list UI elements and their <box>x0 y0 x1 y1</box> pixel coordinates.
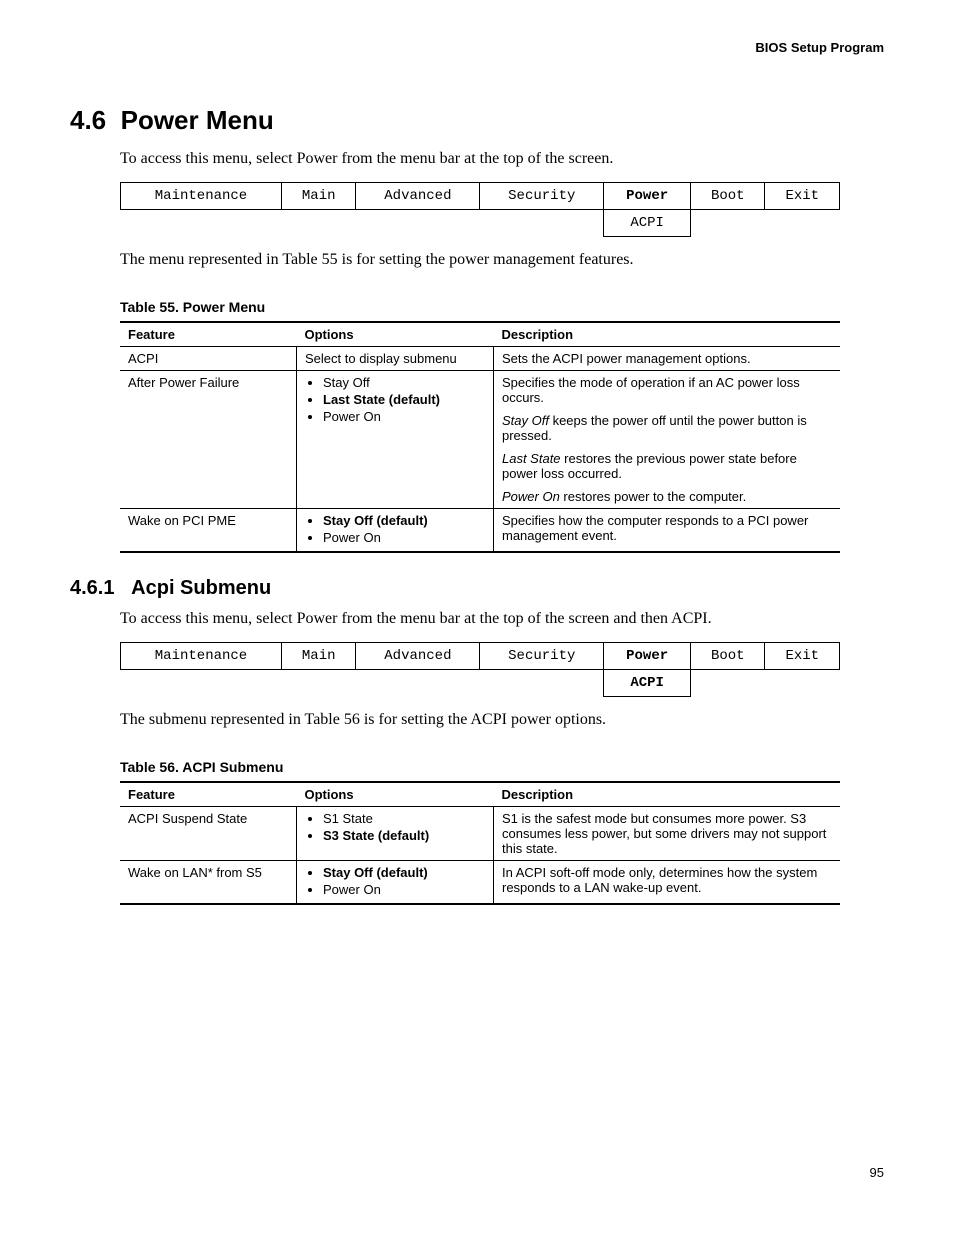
section-number: 4.6 <box>70 105 106 135</box>
table56: Feature Options Description ACPI Suspend… <box>120 781 840 905</box>
table-row: Wake on LAN* from S5 Stay Off (default) Po… <box>120 861 840 905</box>
subsection-number: 4.6.1 <box>70 577 114 599</box>
menu-bar-2: MaintenanceMainAdvancedSecurityPowerBoot… <box>120 642 840 697</box>
table56-header-description: Description <box>494 782 841 807</box>
menu-tab: Power <box>604 183 691 210</box>
menu-empty <box>765 210 840 237</box>
menu-tab: Security <box>480 183 604 210</box>
menu-tab: Main <box>281 183 355 210</box>
table-row: Wake on PCI PME Stay Off (default) Power O… <box>120 509 840 553</box>
menu-tab: Security <box>480 643 604 670</box>
subsection-title: Acpi Submenu <box>131 577 271 599</box>
table56-header-options: Options <box>297 782 494 807</box>
table56-caption: Table 56. ACPI Submenu <box>120 759 884 775</box>
page-header: BIOS Setup Program <box>70 40 884 55</box>
table55-caption: Table 55. Power Menu <box>120 299 884 315</box>
table-row: After Power Failure Stay Off Last State (d… <box>120 371 840 509</box>
menu-tab: Maintenance <box>121 183 282 210</box>
table56-header-feature: Feature <box>120 782 297 807</box>
menu-empty <box>691 210 765 237</box>
table-cell-feature: ACPI Suspend State <box>120 807 297 861</box>
menu-empty <box>121 210 282 237</box>
option-item: Power On <box>323 409 485 424</box>
table-cell-description: Specifies how the computer responds to a… <box>494 509 841 553</box>
menu-tab: Maintenance <box>121 643 282 670</box>
menu-empty <box>765 670 840 697</box>
section-description: The menu represented in Table 55 is for … <box>120 251 884 269</box>
option-item: Stay Off (default) <box>323 513 485 528</box>
option-item: Power On <box>323 530 485 545</box>
table-row: ACPI Suspend State S1 State S3 State (defa… <box>120 807 840 861</box>
option-item: Stay Off (default) <box>323 865 485 880</box>
menu-tab: Exit <box>765 643 840 670</box>
table-cell-description: S1 is the safest mode but consumes more … <box>494 807 841 861</box>
option-item: S3 State (default) <box>323 828 485 843</box>
menu-empty <box>480 670 604 697</box>
menu-empty <box>691 670 765 697</box>
subsection-description: The submenu represented in Table 56 is f… <box>120 711 884 729</box>
menu-empty <box>121 670 282 697</box>
page-number: 95 <box>70 1165 884 1180</box>
option-item: Stay Off <box>323 375 485 390</box>
table-cell-description: In ACPI soft-off mode only, determines h… <box>494 861 841 905</box>
table-cell-feature: After Power Failure <box>120 371 297 509</box>
menu-bar-1: MaintenanceMainAdvancedSecurityPowerBoot… <box>120 182 840 237</box>
table55-header-description: Description <box>494 322 841 347</box>
table55-header-feature: Feature <box>120 322 297 347</box>
table55: Feature Options Description ACPISelect t… <box>120 321 840 553</box>
table55-header-options: Options <box>297 322 494 347</box>
menu-empty <box>281 210 355 237</box>
table-cell-options: Stay Off (default) Power On <box>297 509 494 553</box>
menu-tab: Boot <box>691 183 765 210</box>
menu-tab: Advanced <box>356 183 480 210</box>
subsection-heading: 4.6.1 Acpi Submenu <box>70 577 884 600</box>
table-cell-options: Select to display submenu <box>297 347 494 371</box>
table-cell-description: Sets the ACPI power management options. <box>494 347 841 371</box>
menu-tab: Boot <box>691 643 765 670</box>
table-cell-feature: ACPI <box>120 347 297 371</box>
section-title: Power Menu <box>121 105 274 135</box>
table-cell-feature: Wake on PCI PME <box>120 509 297 553</box>
menu-tab: Exit <box>765 183 840 210</box>
table-cell-options: Stay Off Last State (default) Power On <box>297 371 494 509</box>
table-cell-description: Specifies the mode of operation if an AC… <box>494 371 841 509</box>
menu-empty <box>356 670 480 697</box>
menu-tab: Main <box>281 643 355 670</box>
menu-tab: Advanced <box>356 643 480 670</box>
section-heading: 4.6 Power Menu <box>70 105 884 136</box>
menu-empty <box>480 210 604 237</box>
table-cell-feature: Wake on LAN* from S5 <box>120 861 297 905</box>
menu-empty <box>356 210 480 237</box>
option-item: Last State (default) <box>323 392 485 407</box>
menu-subtab: ACPI <box>604 670 691 697</box>
subsection-intro: To access this menu, select Power from t… <box>120 610 884 628</box>
menu-subtab: ACPI <box>604 210 691 237</box>
table-row: ACPISelect to display submenuSets the AC… <box>120 347 840 371</box>
menu-tab: Power <box>604 643 691 670</box>
option-item: Power On <box>323 882 485 897</box>
option-item: S1 State <box>323 811 485 826</box>
menu-empty <box>281 670 355 697</box>
table-cell-options: Stay Off (default) Power On <box>297 861 494 905</box>
section-intro: To access this menu, select Power from t… <box>120 150 884 168</box>
table-cell-options: S1 State S3 State (default) <box>297 807 494 861</box>
